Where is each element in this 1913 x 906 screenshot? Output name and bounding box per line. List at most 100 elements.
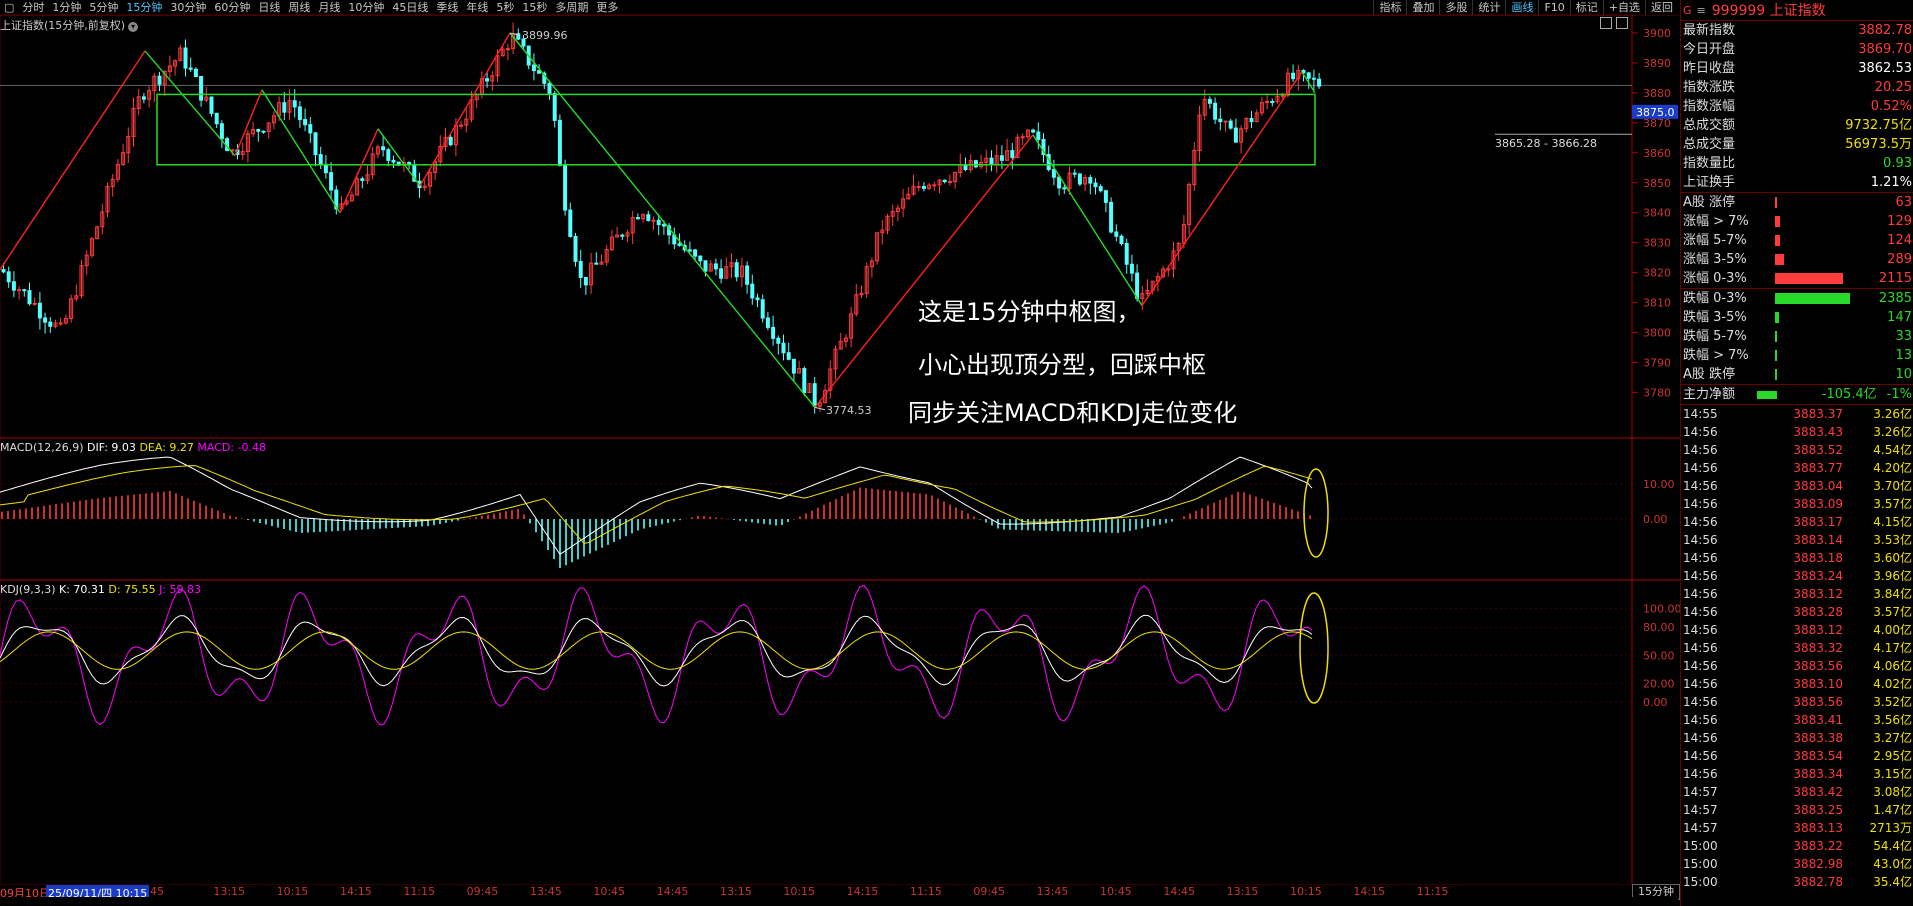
quote-label: 最新指数 xyxy=(1683,23,1736,38)
candle-body xyxy=(323,163,328,174)
hamburger-icon[interactable]: ≡ xyxy=(1697,4,1706,17)
tick-amount: 3.26亿 xyxy=(1873,425,1912,439)
candle-body xyxy=(677,243,682,246)
indicator-strip xyxy=(0,897,1678,906)
candle-body xyxy=(1291,72,1296,80)
tick-time: 14:56 xyxy=(1683,425,1718,439)
tick-row: 14:56 3883.77 4.20亿 xyxy=(1681,459,1913,477)
candle-body xyxy=(1077,173,1082,185)
tick-price: 3883.37 xyxy=(1793,407,1843,421)
tick-amount: 43.0亿 xyxy=(1873,857,1912,871)
candle-body xyxy=(687,249,692,252)
candle-body xyxy=(193,68,198,77)
price-tick-label: 3790 xyxy=(1643,356,1671,369)
candle-body xyxy=(760,299,765,319)
candle-body xyxy=(1129,263,1134,274)
tick-price: 3883.24 xyxy=(1793,569,1843,583)
tick-row: 14:56 3883.10 4.02亿 xyxy=(1681,675,1913,693)
candle-body xyxy=(1249,117,1254,123)
tick-row: 14:56 3883.32 4.17亿 xyxy=(1681,639,1913,657)
distribution-bar xyxy=(1775,273,1843,284)
price-tick-label: 3880 xyxy=(1643,87,1671,100)
quote-value: 9732.75亿 xyxy=(1845,118,1912,133)
candle-body xyxy=(303,119,308,126)
zone-label: 3865.28 - 3866.28 xyxy=(1495,137,1597,150)
distribution-row: 涨幅 5-7% 124 xyxy=(1681,231,1913,250)
tick-amount: 3.57亿 xyxy=(1873,497,1912,511)
candle-body xyxy=(547,82,552,94)
tick-amount: 2713万 xyxy=(1869,821,1912,835)
tick-time: 14:57 xyxy=(1683,803,1718,817)
candle-body xyxy=(141,96,146,100)
g-label: G xyxy=(1683,3,1692,17)
distribution-row: 涨幅 0-3% 2115 xyxy=(1681,269,1913,288)
tick-price: 3883.10 xyxy=(1793,677,1843,691)
candle-body xyxy=(43,317,48,323)
tick-list[interactable]: 14:55 3883.37 3.26亿 14:56 3883.43 3.26亿 14:56 3… xyxy=(1681,405,1913,891)
tick-price: 3882.98 xyxy=(1793,857,1843,871)
tick-amount: 4.06亿 xyxy=(1873,659,1912,673)
distribution-label: 涨幅 5-7% xyxy=(1683,233,1747,248)
candle-body xyxy=(1228,120,1233,129)
candle-body xyxy=(932,184,937,187)
price-tick-label: 3860 xyxy=(1643,147,1671,160)
candle-body xyxy=(1124,242,1129,265)
candle-body xyxy=(308,124,313,134)
candle-body xyxy=(557,119,562,166)
tick-amount: 1.47亿 xyxy=(1873,803,1912,817)
annotation-3: 同步关注MACD和KDJ走位变化 xyxy=(908,399,1238,427)
distribution-value: 124 xyxy=(1887,233,1912,248)
distribution-bar xyxy=(1775,254,1784,265)
candle-body xyxy=(11,281,16,291)
quote-row: 今日开盘 3869.70 xyxy=(1681,40,1913,59)
candle-body xyxy=(734,262,739,278)
distribution-value: 2115 xyxy=(1878,271,1912,286)
quote-label: 指数涨幅 xyxy=(1683,99,1736,114)
candle-body xyxy=(386,149,391,161)
distribution-label: 跌幅 > 7% xyxy=(1683,348,1749,363)
candle-body xyxy=(292,100,297,108)
candle-body xyxy=(765,317,770,328)
tick-amount: 3.52亿 xyxy=(1873,695,1912,709)
tick-time: 14:56 xyxy=(1683,767,1718,781)
candle-body xyxy=(703,260,708,272)
tick-price: 3883.56 xyxy=(1793,695,1843,709)
price-tick-label: 3780 xyxy=(1643,386,1671,399)
highlight-ellipse xyxy=(1303,468,1329,558)
macd-dea: DEA: 9.27 xyxy=(139,441,194,454)
candle-body xyxy=(318,154,323,165)
bi-stroke xyxy=(234,89,263,157)
tick-amount: 4.20亿 xyxy=(1873,461,1912,475)
tick-amount: 4.02亿 xyxy=(1873,677,1912,691)
quote-row: 指数涨幅 0.52% xyxy=(1681,97,1913,116)
candle-body xyxy=(594,262,599,265)
kdj-k: K: 70.31 xyxy=(59,583,105,596)
bi-stroke xyxy=(144,50,236,157)
distribution-value: 129 xyxy=(1887,214,1912,229)
bi-stroke xyxy=(377,128,421,187)
candle-body xyxy=(781,342,786,354)
candle-body xyxy=(656,219,661,226)
kdj-legend: KDJ(9,3,3) K: 70.31 D: 75.55 J: 59.83 xyxy=(0,583,201,596)
quote-row: 指数涨跌 20.25 xyxy=(1681,78,1913,97)
tick-price: 3882.78 xyxy=(1793,875,1843,889)
candle-body xyxy=(750,283,755,299)
candle-body xyxy=(1,269,6,273)
code-text: 999999 xyxy=(1711,3,1766,19)
candle-body xyxy=(947,181,952,184)
candle-body xyxy=(916,185,921,188)
up-distribution: A股 涨停 63 涨幅 > 7% 129 涨幅 5-7% 124 涨幅 3-5% 289 涨幅 … xyxy=(1681,193,1913,288)
distribution-bar xyxy=(1775,216,1780,227)
tick-price: 3883.38 xyxy=(1793,731,1843,745)
tick-price: 3883.12 xyxy=(1793,623,1843,637)
tick-row: 14:56 3883.28 3.57亿 xyxy=(1681,603,1913,621)
candle-body xyxy=(360,178,365,181)
distribution-value: 10 xyxy=(1895,367,1912,382)
kdj-tick-label: 0.00 xyxy=(1643,696,1668,709)
candle-body xyxy=(459,124,464,127)
net-flow-bar xyxy=(1757,390,1777,399)
candle-body xyxy=(1031,129,1036,133)
tick-time: 14:56 xyxy=(1683,461,1718,475)
kdj-tick-label: 80.00 xyxy=(1643,621,1675,634)
candle-body xyxy=(1306,72,1311,79)
